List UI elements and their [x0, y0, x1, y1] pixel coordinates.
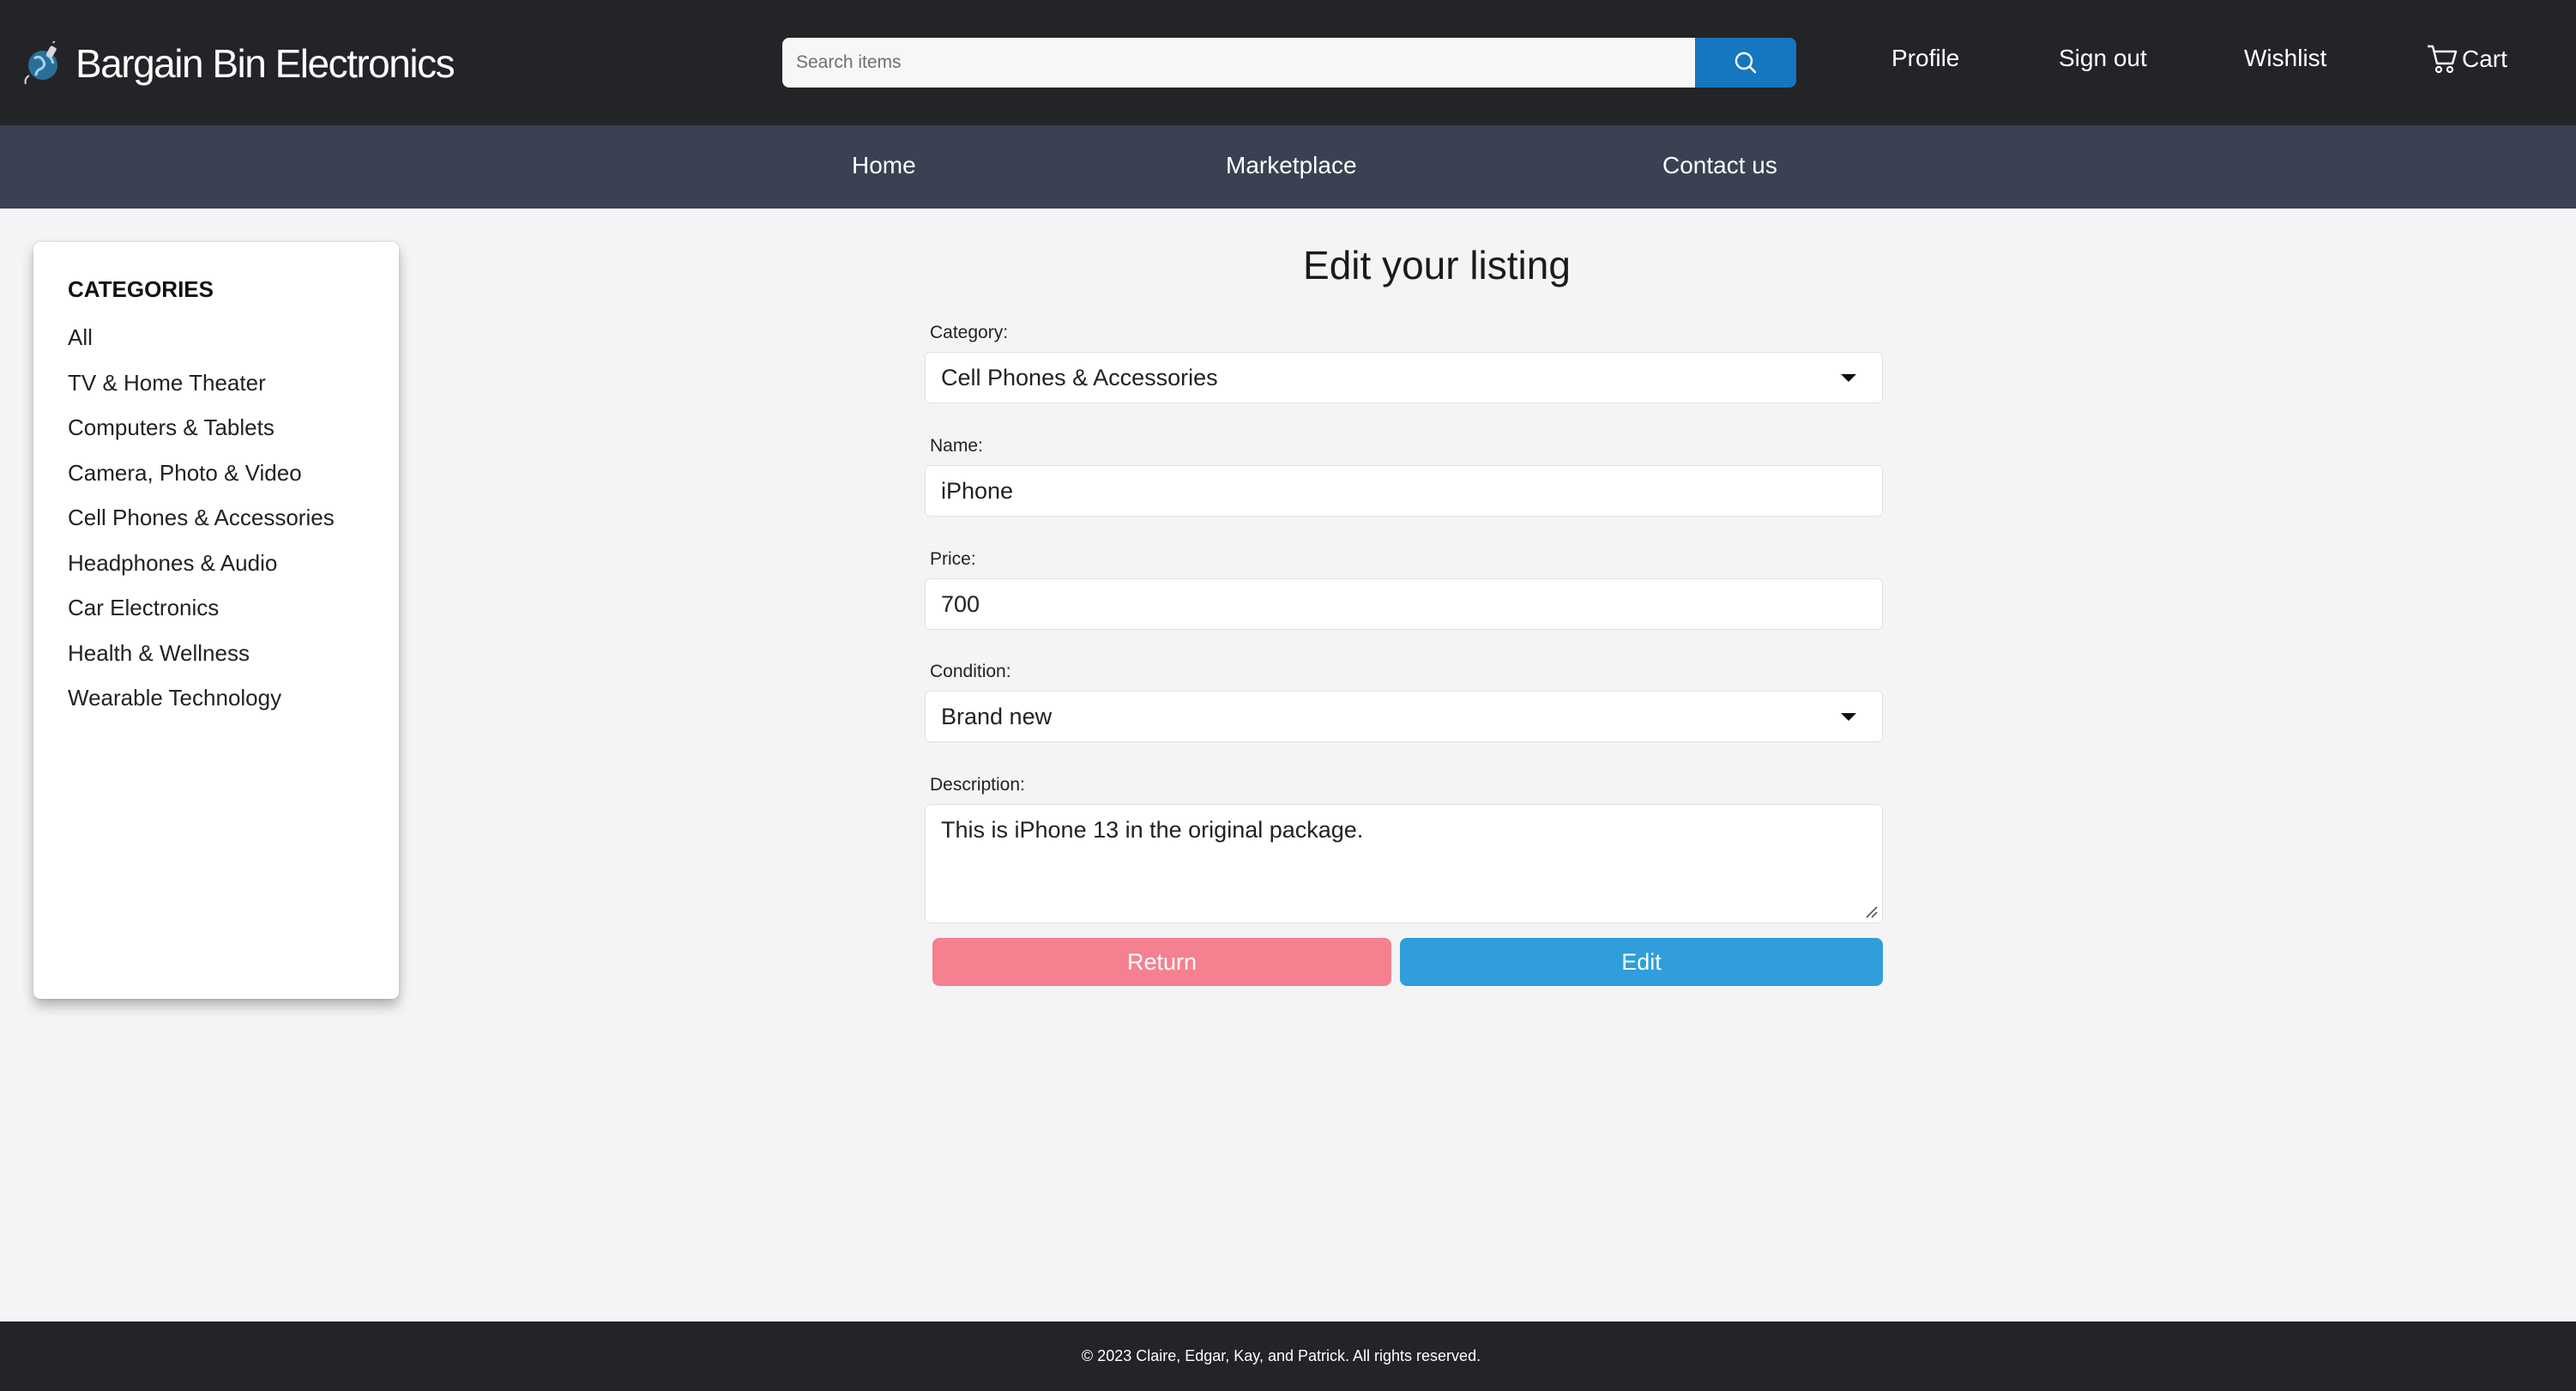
- page-title: Edit your listing: [1303, 243, 1571, 287]
- search-bar: [782, 38, 1796, 88]
- return-button[interactable]: Return: [932, 938, 1391, 986]
- footer: © 2023 Claire, Edgar, Kay, and Patrick. …: [0, 1321, 2576, 1391]
- category-item-all[interactable]: All: [68, 315, 399, 360]
- brand-name: Bargain Bin Electronics: [75, 41, 455, 86]
- cart-label: Cart: [2462, 45, 2507, 72]
- brand[interactable]: Bargain Bin Electronics: [22, 38, 455, 89]
- condition-select[interactable]: Brand new: [925, 691, 1883, 742]
- category-list: All TV & Home Theater Computers & Tablet…: [68, 315, 399, 721]
- category-item-headphones-audio[interactable]: Headphones & Audio: [68, 541, 399, 586]
- main-nav: Home Marketplace Contact us: [0, 125, 2576, 209]
- price-label: Price:: [930, 549, 976, 569]
- category-item-computers-tablets[interactable]: Computers & Tablets: [68, 405, 399, 451]
- search-input[interactable]: [782, 38, 1695, 88]
- condition-selected-value: Brand new: [941, 703, 1053, 729]
- description-label: Description:: [930, 775, 1025, 795]
- nav-home[interactable]: Home: [852, 152, 916, 179]
- shopping-cart-icon: [2428, 45, 2458, 74]
- chevron-down-icon: [1841, 373, 1856, 382]
- category-item-tv-home-theater[interactable]: TV & Home Theater: [68, 360, 399, 406]
- category-selected-value: Cell Phones & Accessories: [941, 364, 1218, 390]
- profile-link[interactable]: Profile: [1891, 45, 1959, 72]
- nav-marketplace[interactable]: Marketplace: [1226, 152, 1357, 179]
- sidebar-title: CATEGORIES: [68, 276, 214, 302]
- category-item-camera-photo-video[interactable]: Camera, Photo & Video: [68, 451, 399, 496]
- category-item-wearable-technology[interactable]: Wearable Technology: [68, 675, 399, 721]
- nav-contact-us[interactable]: Contact us: [1662, 152, 1777, 179]
- description-value: This is iPhone 13 in the original packag…: [941, 817, 1364, 843]
- category-label: Category:: [930, 323, 1009, 342]
- name-field[interactable]: iPhone: [925, 465, 1883, 517]
- top-header: Bargain Bin Electronics Profile Sign out…: [0, 0, 2576, 125]
- wishlist-link[interactable]: Wishlist: [2244, 45, 2326, 72]
- category-item-car-electronics[interactable]: Car Electronics: [68, 585, 399, 631]
- edit-button[interactable]: Edit: [1400, 938, 1883, 986]
- category-item-cell-phones[interactable]: Cell Phones & Accessories: [68, 495, 399, 541]
- cart-link[interactable]: Cart: [2426, 43, 2507, 76]
- category-item-health-wellness[interactable]: Health & Wellness: [68, 631, 399, 676]
- chevron-down-icon: [1841, 712, 1856, 721]
- globe-plug-logo-icon: [24, 41, 57, 85]
- copyright-text: © 2023 Claire, Edgar, Kay, and Patrick. …: [1081, 1347, 1481, 1364]
- name-label: Name:: [930, 436, 983, 456]
- price-value: 700: [941, 590, 980, 617]
- description-textarea[interactable]: This is iPhone 13 in the original packag…: [925, 804, 1883, 923]
- resize-handle-icon[interactable]: [1863, 904, 1879, 919]
- sign-out-link[interactable]: Sign out: [2059, 45, 2147, 72]
- search-button[interactable]: [1695, 38, 1796, 88]
- categories-sidebar: CATEGORIES All TV & Home Theater Compute…: [33, 242, 399, 999]
- price-field[interactable]: 700: [925, 578, 1883, 630]
- condition-label: Condition:: [930, 662, 1011, 681]
- category-select[interactable]: Cell Phones & Accessories: [925, 352, 1883, 403]
- search-icon: [1734, 51, 1757, 74]
- name-value: iPhone: [941, 477, 1014, 504]
